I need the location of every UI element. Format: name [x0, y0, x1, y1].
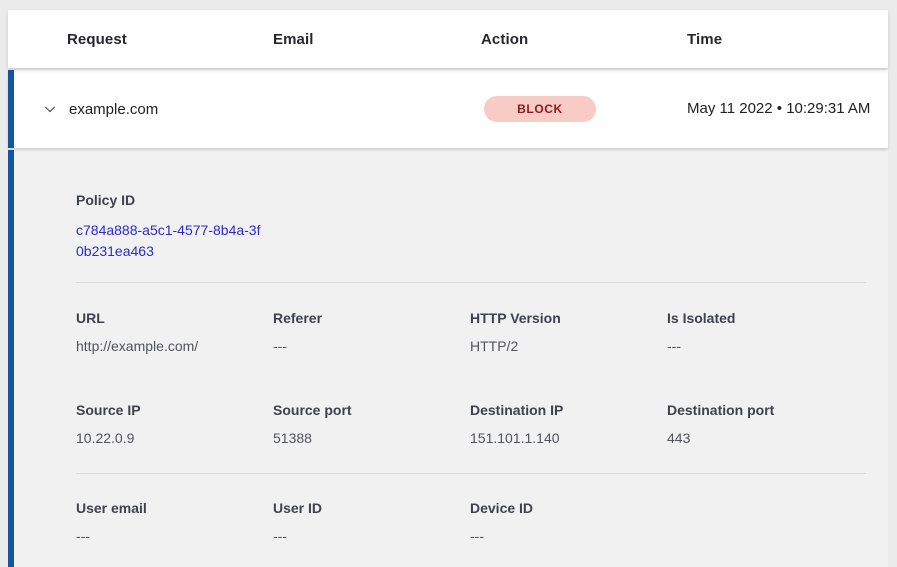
- field-label: User ID: [273, 500, 470, 516]
- column-header-email: Email: [273, 31, 481, 48]
- policy-id-label: Policy ID: [76, 192, 866, 208]
- details-fields-row: URL http://example.com/ Referer --- HTTP…: [76, 310, 866, 354]
- field-value: ---: [667, 338, 864, 354]
- field-label: Source port: [273, 402, 470, 418]
- field-empty: [667, 500, 864, 544]
- field-http-version: HTTP Version HTTP/2: [470, 310, 667, 354]
- field-label: Device ID: [470, 500, 667, 516]
- column-header-time: Time: [687, 31, 888, 48]
- field-referer: Referer ---: [273, 310, 470, 354]
- field-label: Referer: [273, 310, 470, 326]
- details-fields-row: Source IP 10.22.0.9 Source port 51388 De…: [76, 402, 866, 446]
- row-action-cell: BLOCK: [481, 96, 687, 122]
- field-source-port: Source port 51388: [273, 402, 470, 446]
- field-label: HTTP Version: [470, 310, 667, 326]
- column-header-action: Action: [481, 31, 687, 48]
- logs-table: Request Email Action Time example.com BL…: [8, 10, 888, 567]
- field-user-email: User email ---: [76, 500, 273, 544]
- field-value: ---: [273, 338, 470, 354]
- field-url: URL http://example.com/: [76, 310, 273, 354]
- field-label: User email: [76, 500, 273, 516]
- request-domain: example.com: [69, 101, 158, 118]
- field-source-ip: Source IP 10.22.0.9: [76, 402, 273, 446]
- chevron-down-icon[interactable]: [42, 101, 58, 117]
- divider: [76, 473, 866, 474]
- field-label: Destination IP: [470, 402, 667, 418]
- details-fields-row: User email --- User ID --- Device ID ---: [76, 500, 866, 544]
- table-header-row: Request Email Action Time: [8, 10, 888, 68]
- field-value: http://example.com/: [76, 338, 273, 354]
- field-value: 51388: [273, 430, 470, 446]
- field-value: HTTP/2: [470, 338, 667, 354]
- field-destination-ip: Destination IP 151.101.1.140: [470, 402, 667, 446]
- field-device-id: Device ID ---: [470, 500, 667, 544]
- field-label: Source IP: [76, 402, 273, 418]
- table-row[interactable]: example.com BLOCK May 11 2022 • 10:29:31…: [8, 70, 888, 148]
- divider: [76, 282, 866, 283]
- field-user-id: User ID ---: [273, 500, 470, 544]
- field-is-isolated: Is Isolated ---: [667, 310, 864, 354]
- field-label: URL: [76, 310, 273, 326]
- action-badge-block: BLOCK: [484, 96, 596, 122]
- policy-id-block: Policy ID c784a888-a5c1-4577-8b4a-3f0b23…: [76, 192, 866, 262]
- column-header-request: Request: [8, 31, 273, 48]
- policy-id-link[interactable]: c784a888-a5c1-4577-8b4a-3f0b231ea463: [76, 220, 268, 262]
- field-label: Destination port: [667, 402, 864, 418]
- field-value: ---: [273, 528, 470, 544]
- field-destination-port: Destination port 443: [667, 402, 864, 446]
- field-value: 151.101.1.140: [470, 430, 667, 446]
- row-request-cell: example.com: [14, 101, 273, 118]
- field-value: ---: [76, 528, 273, 544]
- gateway-logs-page: Request Email Action Time example.com BL…: [0, 0, 897, 567]
- row-details-panel: Policy ID c784a888-a5c1-4577-8b4a-3f0b23…: [8, 150, 888, 567]
- row-time-cell: May 11 2022 • 10:29:31 AM: [687, 97, 882, 121]
- field-value: 443: [667, 430, 864, 446]
- field-label: Is Isolated: [667, 310, 864, 326]
- field-value: 10.22.0.9: [76, 430, 273, 446]
- field-value: ---: [470, 528, 667, 544]
